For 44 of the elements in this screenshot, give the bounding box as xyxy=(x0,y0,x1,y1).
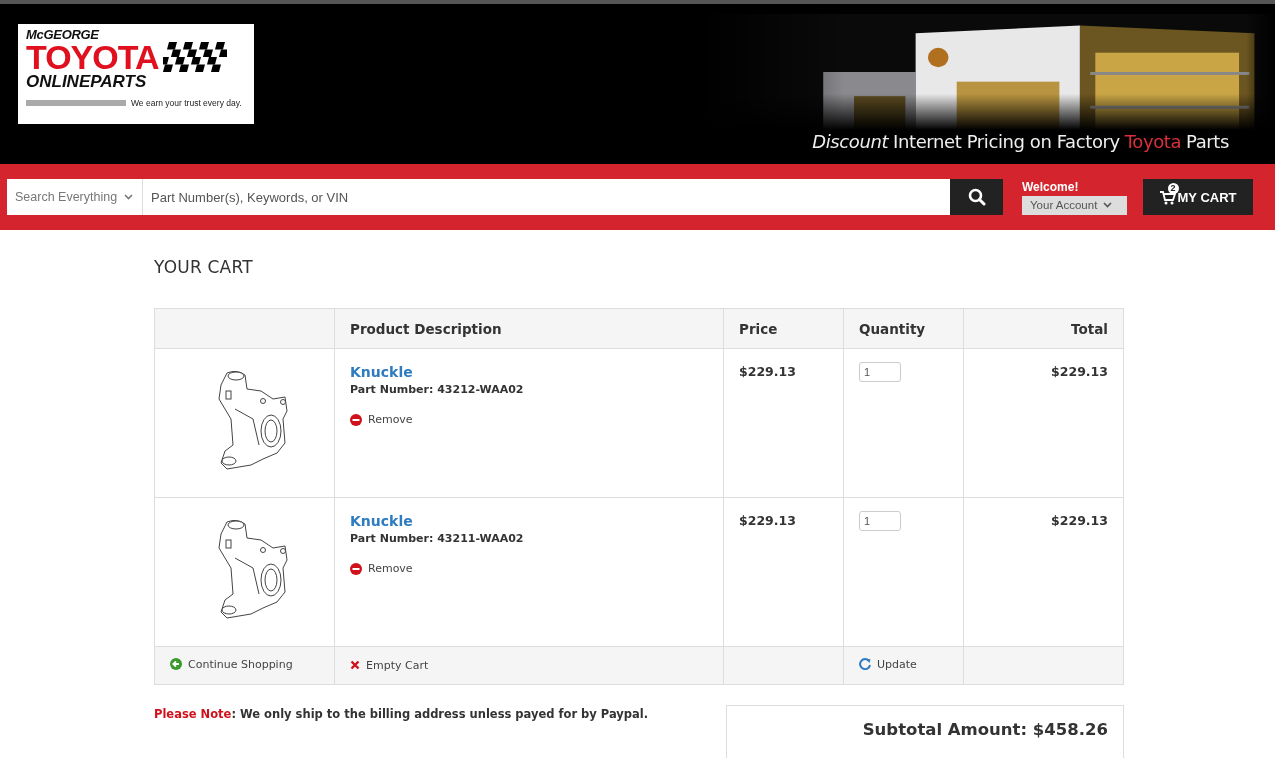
arrow-left-circle-icon xyxy=(170,658,182,671)
search-field[interactable]: Part Number(s), Keywords, or VIN xyxy=(143,179,950,215)
cart-icon xyxy=(1159,189,1176,205)
minus-circle-icon xyxy=(350,562,362,575)
column-header: Price xyxy=(723,308,844,349)
subtotal-text: Subtotal Amount: $458.26 xyxy=(862,720,1108,739)
welcome-text: Welcome! xyxy=(1022,179,1080,194)
search-button[interactable] xyxy=(950,179,1003,215)
logo-text: McGEORGE xyxy=(26,28,101,42)
part-number: Part Number: 43212-WAA02 xyxy=(350,383,525,396)
update-link[interactable]: Update xyxy=(859,657,917,671)
cart-button[interactable]: 2 MY CART xyxy=(1143,179,1253,215)
banner-tagline: Discount Internet Pricing on Factory Toyota Parts xyxy=(812,131,1229,152)
product-link[interactable]: Knuckle xyxy=(350,364,413,380)
empty-cart-link[interactable]: Empty Cart xyxy=(350,658,429,672)
product-link[interactable]: Knuckle xyxy=(350,513,413,529)
search-icon xyxy=(967,188,986,206)
part-number: Part Number: 43211-WAA02 xyxy=(350,532,525,545)
minus-circle-icon xyxy=(350,413,362,426)
quantity-field[interactable]: 1 xyxy=(859,362,901,382)
account-dropdown[interactable]: Your Account xyxy=(1022,195,1127,215)
logo-slogan: We earn your trust every day. xyxy=(131,98,242,108)
shipping-note: Please Note: We only ship to the billing address unless payed for by Paypal. xyxy=(154,707,649,723)
cart-count-badge: 2 xyxy=(1167,182,1179,194)
remove-link[interactable]: Remove xyxy=(350,562,413,575)
refresh-icon xyxy=(859,658,871,671)
total-text: $229.13 xyxy=(1051,364,1108,379)
page-title: YOUR CART xyxy=(154,257,254,277)
logo[interactable]: McGEORGE TOYOTA ONLINEPARTS We earn your trust every day. xyxy=(18,24,254,124)
close-icon xyxy=(350,660,360,670)
logo-subtitle: ONLINEPARTS xyxy=(26,72,148,92)
remove-link[interactable]: Remove xyxy=(350,413,413,426)
price-text: $229.13 xyxy=(739,513,796,528)
chevron-down-icon xyxy=(124,194,134,200)
column-header: Total xyxy=(963,308,1124,349)
column-header: Product Description xyxy=(334,308,724,349)
search-scope-dropdown[interactable]: Search Everything xyxy=(7,179,143,215)
column-header: Quantity xyxy=(843,308,964,349)
quantity-field[interactable]: 1 xyxy=(859,511,901,531)
checkered-flag-icon xyxy=(162,42,227,72)
logo-brand: TOYOTA xyxy=(26,42,159,72)
total-text: $229.13 xyxy=(1051,513,1108,528)
price-text: $229.13 xyxy=(739,364,796,379)
chevron-down-icon xyxy=(1103,202,1113,208)
